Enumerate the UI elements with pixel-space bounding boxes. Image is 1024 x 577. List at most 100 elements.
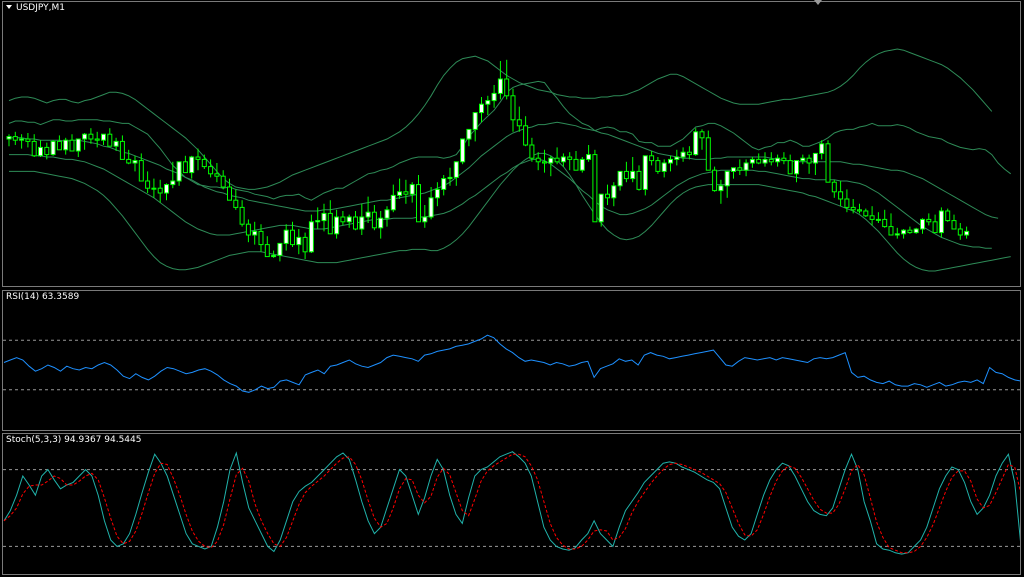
candle-body [19, 138, 25, 141]
candle [302, 232, 308, 259]
candle [938, 207, 944, 238]
candle-body [649, 155, 655, 162]
candle-body [208, 166, 214, 175]
candle-body [605, 193, 610, 199]
candle [327, 200, 333, 235]
candle [762, 152, 768, 167]
candle [277, 242, 283, 262]
candle [384, 206, 390, 227]
candle [75, 138, 81, 157]
candle [157, 179, 163, 203]
candle-body [25, 138, 31, 142]
candle [164, 183, 169, 201]
price-chart-pane[interactable]: USDJPY,M1 [2, 1, 1021, 287]
candle [907, 226, 913, 234]
candle-body [497, 78, 503, 94]
candle-body [157, 187, 163, 194]
candle [636, 165, 642, 191]
candle-body [472, 112, 478, 130]
candle [894, 227, 900, 239]
candle [19, 134, 25, 149]
candle-body [12, 136, 18, 141]
candle-body [479, 103, 484, 114]
price-chart-canvas[interactable] [3, 2, 1021, 287]
candle [781, 152, 787, 165]
candle-body [107, 133, 113, 147]
candle-body [82, 133, 88, 140]
candle [920, 218, 925, 234]
chart-shift-marker-icon[interactable] [814, 0, 822, 5]
candle-body [189, 156, 195, 174]
candle-body [768, 158, 774, 163]
candle-body [245, 223, 251, 236]
candle-body [340, 216, 346, 223]
candle-body [951, 220, 957, 230]
candle [806, 154, 812, 174]
candle [321, 203, 327, 232]
candle [453, 161, 459, 186]
candle-body [510, 95, 516, 121]
candle-body [623, 170, 629, 180]
dropdown-arrow-icon[interactable] [6, 5, 12, 9]
candle [686, 146, 692, 160]
candle-body [529, 144, 535, 159]
candle-body [573, 158, 579, 171]
candle-body [397, 191, 403, 196]
candle-body [220, 175, 226, 188]
candle-body [712, 169, 718, 192]
candle-body [945, 210, 951, 222]
candle [731, 167, 736, 179]
candle [888, 213, 894, 236]
candle [308, 214, 314, 253]
rsi-canvas [3, 334, 1020, 393]
candle-body [825, 143, 831, 183]
candle [535, 152, 541, 171]
candle-body [548, 157, 554, 164]
candle [397, 178, 403, 199]
candle [756, 153, 762, 165]
candle [926, 213, 932, 226]
candle-body [920, 218, 925, 230]
rsi-label: RSI(14) 63.3589 [6, 292, 80, 302]
candle-body [485, 100, 491, 105]
candle-body [201, 158, 207, 168]
candle [504, 59, 510, 100]
candle-body [416, 184, 421, 223]
candle-body [579, 158, 585, 171]
candle-body [535, 157, 541, 163]
candle-body [586, 154, 592, 160]
candle-body [630, 170, 636, 180]
candle-body [674, 156, 680, 160]
candle-body [264, 244, 270, 258]
candle [579, 157, 585, 173]
candle-body [63, 139, 69, 151]
candle [151, 178, 157, 198]
candle [126, 149, 132, 165]
rsi-pane[interactable]: RSI(14) 63.3589 [2, 290, 1021, 431]
candle [724, 170, 730, 198]
candle-body [882, 218, 888, 228]
candle [901, 229, 907, 239]
candle [497, 61, 503, 100]
candle-body [850, 206, 856, 211]
candle-body [743, 162, 749, 171]
candle-body [800, 157, 806, 162]
band-line-bb_inner_lower [9, 154, 992, 249]
bollinger-bands [8, 48, 1012, 272]
candle-body [875, 218, 881, 221]
candle [838, 181, 844, 207]
candle [189, 155, 195, 179]
candle [812, 152, 818, 175]
candle [668, 155, 673, 172]
candle-body [775, 157, 781, 163]
candle-body [516, 119, 522, 127]
candle-body [315, 220, 321, 223]
candle [661, 159, 667, 178]
candle [283, 224, 289, 251]
candle-body [258, 230, 264, 246]
candle-body [132, 160, 138, 164]
candle-body [554, 157, 560, 163]
candle-body [101, 133, 106, 141]
candle-body [787, 160, 793, 175]
stochastic-pane[interactable]: Stoch(5,3,3) 94.9367 94.5445 [2, 433, 1021, 575]
